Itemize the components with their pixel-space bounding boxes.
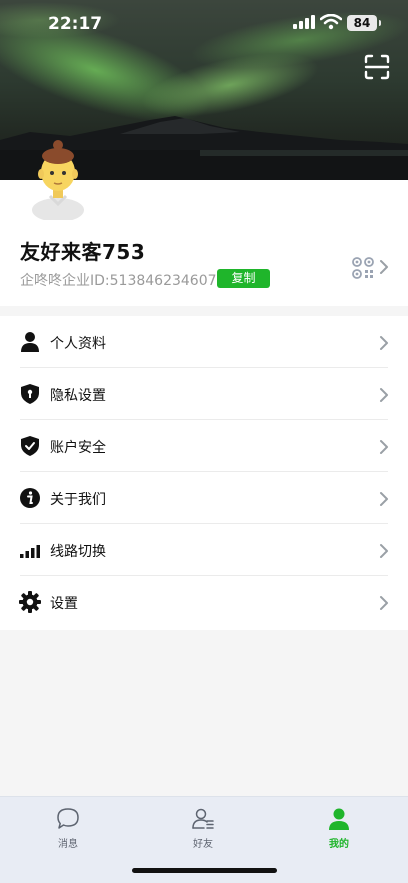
person-icon — [21, 332, 39, 352]
menu-item-label: 个人资料 — [50, 336, 106, 352]
chat-bubble-icon — [57, 808, 79, 829]
qr-code-icon[interactable] — [352, 257, 374, 279]
menu-item-privacy[interactable]: 隐私设置 — [0, 368, 408, 420]
signal-bars-icon — [20, 545, 40, 558]
person-icon — [329, 808, 349, 830]
menu-item-personal-info[interactable]: 个人资料 — [0, 316, 408, 368]
shield-lock-icon — [21, 384, 39, 404]
menu-item-label: 线路切换 — [50, 544, 106, 560]
home-indicator[interactable] — [132, 868, 277, 873]
tab-label: 好友 — [193, 839, 213, 850]
tab-label: 消息 — [58, 839, 78, 850]
status-time: 22:17 — [48, 14, 103, 34]
scan-icon[interactable] — [363, 53, 391, 81]
wifi-icon — [320, 14, 342, 30]
tab-me[interactable]: 我的 — [299, 805, 379, 850]
menu-item-label: 关于我们 — [50, 492, 106, 508]
settings-menu: 个人资料 隐私设置 账户安全 关于我们 线路切换 设置 — [0, 316, 408, 630]
chevron-right-icon — [380, 388, 388, 402]
menu-item-settings[interactable]: 设置 — [0, 576, 408, 628]
avatar[interactable] — [28, 138, 88, 220]
shield-check-icon — [21, 436, 39, 456]
menu-item-account-security[interactable]: 账户安全 — [0, 420, 408, 472]
menu-item-label: 账户安全 — [50, 440, 106, 456]
menu-item-route-switch[interactable]: 线路切换 — [0, 524, 408, 576]
cellular-signal-icon — [293, 15, 315, 29]
battery-indicator: 84 — [347, 15, 381, 31]
status-bar: 22:17 84 — [0, 0, 408, 48]
chevron-right-icon — [380, 336, 388, 350]
menu-item-about-us[interactable]: 关于我们 — [0, 472, 408, 524]
chevron-right-icon — [380, 492, 388, 506]
tab-friends[interactable]: 好友 — [163, 805, 243, 850]
chevron-right-icon — [380, 440, 388, 454]
chevron-right-icon — [380, 544, 388, 558]
menu-item-label: 隐私设置 — [50, 388, 106, 404]
chevron-right-icon[interactable] — [379, 259, 389, 275]
contacts-icon — [192, 808, 214, 829]
tab-label: 我的 — [329, 839, 349, 850]
info-icon — [20, 488, 40, 508]
chevron-right-icon — [380, 596, 388, 610]
profile-display-name: 友好来客753 — [20, 240, 146, 264]
gear-icon — [19, 591, 41, 613]
menu-item-label: 设置 — [50, 596, 78, 612]
copy-id-button[interactable]: 复制 — [217, 269, 270, 288]
enterprise-id: 企咚咚企业ID:513846234607 — [20, 273, 217, 289]
tab-messages[interactable]: 消息 — [28, 805, 108, 850]
